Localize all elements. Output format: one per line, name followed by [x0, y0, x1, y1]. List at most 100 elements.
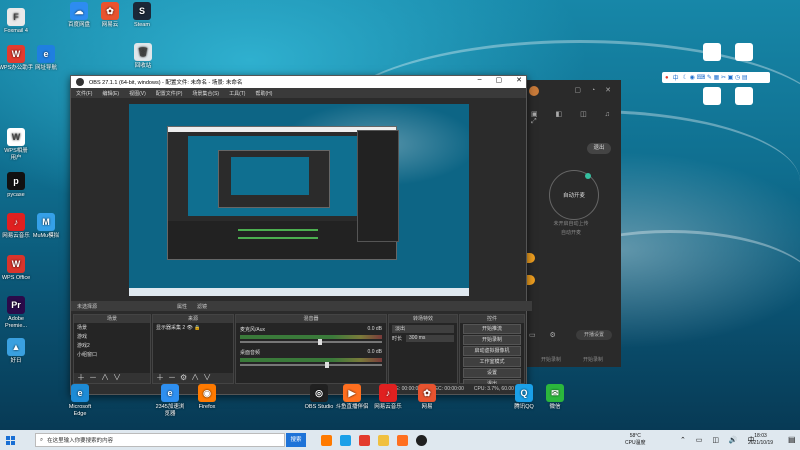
- control-button[interactable]: 工作室模式: [463, 357, 521, 367]
- auto-mic-button[interactable]: 自动开麦: [549, 170, 599, 220]
- slider-handle[interactable]: [318, 339, 323, 345]
- windows-start-icon[interactable]: [6, 435, 15, 445]
- cpu-temp-widget[interactable]: 58°C CPU温度: [625, 433, 646, 447]
- control-button[interactable]: 启动虚拟摄像机: [463, 346, 521, 356]
- scene-item[interactable]: 场景: [74, 323, 150, 332]
- nested-side-panel: [357, 130, 399, 242]
- stream-assistant-panel: ▢ ◔ ✕ ▣ ◧ ◫ ♫ ⤢ 退出 自动开麦 未开启自动上传 自动开麦 开播设…: [520, 80, 621, 367]
- desktop-icon[interactable]: p pycase: [0, 172, 38, 199]
- panel-bottom-icons[interactable]: ▭ ⚙: [529, 331, 562, 339]
- icon-label: 微信: [549, 404, 561, 410]
- minimize-icon[interactable]: –: [478, 76, 482, 84]
- desktop-icon[interactable]: W WPS相册 用户: [0, 128, 38, 161]
- menu-item[interactable]: 文件(F): [76, 90, 92, 97]
- source-item[interactable]: 显示器采集 2 👁 🔒: [153, 323, 233, 332]
- ime-toolbar[interactable]: ● 中 ☾ ◉ ⌨ ✎ ▦ ✂ ▣ ◷ ▤: [662, 72, 770, 83]
- edge-taskbar-icon[interactable]: [340, 434, 351, 446]
- menu-item[interactable]: 编辑(E): [102, 90, 119, 97]
- slider-handle[interactable]: [325, 362, 330, 368]
- desktop-icon[interactable]: S Steam: [120, 2, 164, 29]
- icon-label: Steam: [134, 22, 150, 28]
- cpu-temp-label: CPU温度: [625, 440, 646, 446]
- desktop-icon[interactable]: ✉ 微信: [533, 384, 577, 411]
- nested-taskbar: [129, 288, 469, 296]
- scene-item[interactable]: 游戏: [74, 332, 150, 341]
- douyu-taskbar-icon[interactable]: [397, 434, 408, 446]
- properties-button[interactable]: 属性: [177, 303, 187, 310]
- scenes-toolbar[interactable]: ＋－∧∨: [74, 373, 150, 383]
- volume-slider[interactable]: [240, 362, 382, 368]
- app-icon: F: [7, 8, 25, 26]
- clock-date: 2021/10/19: [748, 440, 774, 446]
- file-icon[interactable]: [722, 87, 766, 107]
- nested-meter: [238, 237, 318, 239]
- panel-tab-icons[interactable]: ▣ ◧ ◫ ♫ ⤢: [531, 110, 621, 126]
- transition-select[interactable]: 淡出: [392, 325, 454, 333]
- scene-item[interactable]: 游戏2: [74, 341, 150, 350]
- stream-settings-button[interactable]: 开播设置: [576, 330, 612, 340]
- taskbar-search[interactable]: ⌕ 在这里输入你要搜索的内容 搜索: [35, 433, 306, 447]
- netease-taskbar-icon[interactable]: [359, 434, 370, 446]
- obs-titlebar[interactable]: OBS 27.1.1 (64-bit, windows) - 配置文件: 未命名…: [71, 76, 526, 88]
- track-db: 0.0 dB: [367, 326, 382, 332]
- obs-taskbar-icon[interactable]: [416, 434, 427, 446]
- transitions-header: 转场特效: [389, 315, 457, 323]
- desktop-icon[interactable]: F Foxmail 4: [0, 8, 38, 35]
- control-button[interactable]: 开始推流: [463, 324, 521, 334]
- menu-item[interactable]: 配置文件(P): [156, 90, 183, 97]
- desktop-icon[interactable]: 🗑 回收站: [121, 43, 165, 70]
- icon-label: Adobe Premie...: [4, 316, 27, 329]
- ime-tools-icon[interactable]: ☾ ◉ ⌨ ✎ ▦ ✂ ▣ ◷ ▤: [683, 74, 748, 81]
- folder-taskbar-icon[interactable]: [378, 434, 389, 446]
- visibility-icon[interactable]: 👁 🔒: [185, 325, 201, 331]
- icon-label: 网易云音乐: [374, 404, 402, 410]
- scene-item[interactable]: 小组窗口: [74, 350, 150, 359]
- volume-slider[interactable]: [240, 339, 382, 345]
- duration-input[interactable]: 300 ms: [406, 335, 454, 342]
- icon-label: 好日: [10, 358, 22, 364]
- desktop-icon[interactable]: ▲ 好日: [0, 338, 38, 365]
- source-label: 显示器采集 2: [156, 325, 186, 331]
- tray-icons[interactable]: ⌃ ▭ ◫ 🔊 中: [680, 435, 759, 445]
- ime-mode-label[interactable]: 中: [673, 73, 679, 82]
- clock[interactable]: 18:03 2021/10/19: [748, 433, 773, 447]
- control-button[interactable]: 设置: [463, 368, 521, 378]
- firefox-taskbar-icon[interactable]: [321, 434, 332, 446]
- desktop-icon[interactable]: ✿ 网易: [405, 384, 449, 411]
- menu-item[interactable]: 帮助(H): [255, 90, 272, 97]
- app-icon: S: [133, 2, 151, 20]
- desktop-icon[interactable]: ◉ Firefox: [185, 384, 229, 411]
- desktop-icon[interactable]: ♪ 网易云音乐: [366, 384, 410, 411]
- icon-label: WPS Office: [1, 275, 31, 281]
- desktop-icon[interactable]: e Microsoft Edge: [58, 384, 102, 417]
- panel-toolbar-icons[interactable]: ▢ ◔ ✕: [574, 86, 615, 94]
- footer-right-text: 开始录制: [583, 357, 604, 363]
- app-icon: ◎: [310, 384, 328, 402]
- exit-button[interactable]: 退出: [587, 143, 611, 154]
- sources-toolbar[interactable]: ＋－⚙∧∨: [153, 373, 233, 383]
- duration-label: 时长: [392, 336, 403, 342]
- filters-button[interactable]: 滤镜: [197, 303, 207, 310]
- close-icon[interactable]: ✕: [516, 76, 522, 84]
- search-button[interactable]: 搜索: [286, 433, 306, 447]
- desktop-icon[interactable]: e 网址导航: [24, 45, 68, 72]
- desktop-icon[interactable]: Pr Adobe Premie...: [0, 296, 38, 329]
- file-icon[interactable]: [722, 43, 766, 63]
- menu-item[interactable]: 场景集合(S): [192, 90, 219, 97]
- track-name: 麦克风/Aux: [240, 327, 266, 333]
- obs-preview-canvas[interactable]: [129, 104, 469, 296]
- footer-left-text: 开始录制: [541, 357, 562, 363]
- menu-item[interactable]: 工具(T): [229, 90, 245, 97]
- obs-window[interactable]: OBS 27.1.1 (64-bit, windows) - 配置文件: 未命名…: [70, 75, 532, 395]
- sources-header: 来源: [153, 315, 233, 323]
- control-button[interactable]: 开始录制: [463, 335, 521, 345]
- desktop-icon[interactable]: M MuMu模拟: [24, 213, 68, 240]
- desktop-icon[interactable]: W WPS Office: [0, 255, 38, 282]
- app-icon: e: [71, 384, 89, 402]
- maximize-icon[interactable]: ▢: [496, 76, 503, 84]
- nested-preview-2: [231, 157, 309, 195]
- icon-label: pycase: [7, 192, 25, 198]
- menu-item[interactable]: 视图(V): [129, 90, 146, 97]
- avatar[interactable]: [529, 86, 539, 96]
- notification-icon[interactable]: ▤: [788, 435, 796, 444]
